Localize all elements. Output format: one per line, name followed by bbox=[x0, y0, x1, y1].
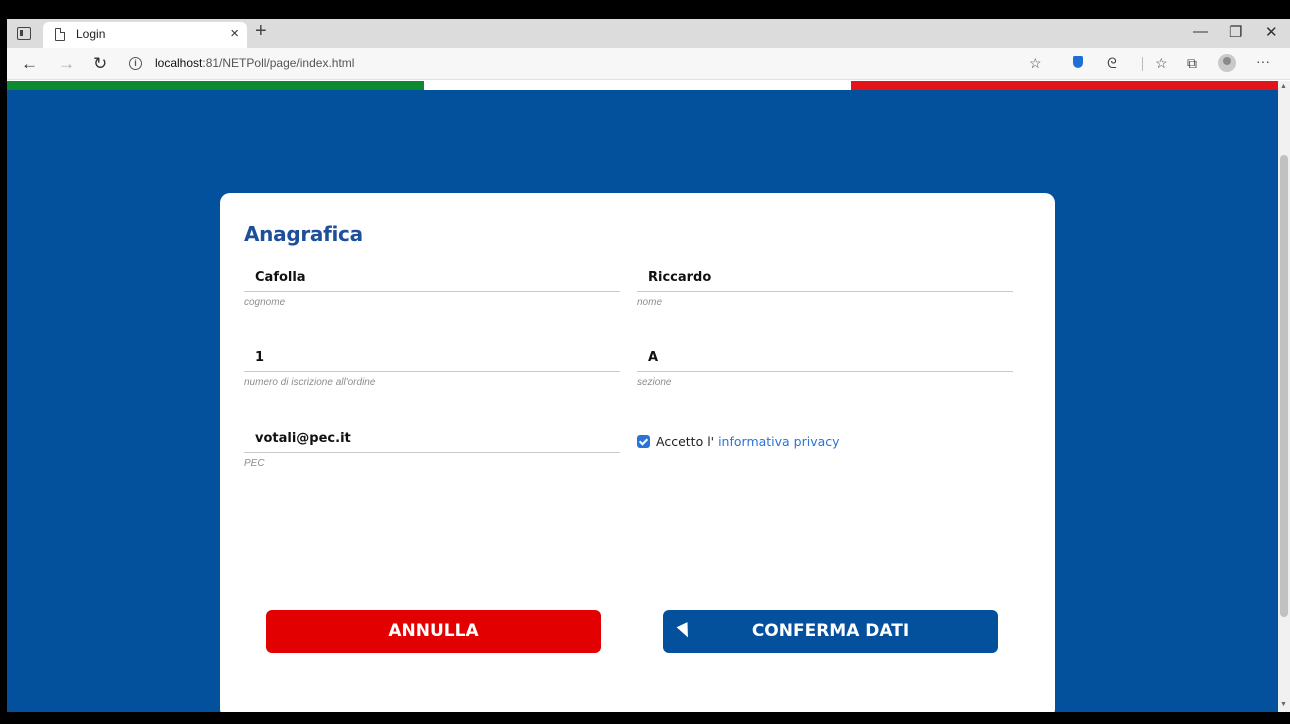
privacy-label: Accetto l' bbox=[656, 434, 719, 449]
reload-button[interactable]: ↻ bbox=[93, 54, 107, 74]
pec-hint: PEC bbox=[244, 458, 265, 469]
registration-number-hint: numero di iscrizione all'ordine bbox=[244, 377, 376, 388]
more-menu-icon[interactable]: ··· bbox=[1256, 53, 1270, 69]
confirm-button[interactable]: CONFERMA DATI bbox=[663, 610, 998, 653]
forward-button[interactable]: → bbox=[58, 54, 75, 74]
favorites-icon[interactable]: ☆ bbox=[1155, 55, 1168, 72]
name-hint: nome bbox=[637, 297, 663, 308]
refresh-extension-icon[interactable]: ᘓ bbox=[1107, 55, 1117, 72]
pec-field: votali@pec.it PEC bbox=[244, 427, 620, 469]
page-viewport: Anagrafica Cafolla cognome Riccardo nome… bbox=[7, 81, 1278, 712]
tab-login[interactable]: Login × bbox=[43, 22, 247, 48]
privacy-checkbox[interactable] bbox=[637, 435, 650, 448]
section-hint: sezione bbox=[637, 377, 672, 388]
surname-hint: cognome bbox=[244, 297, 286, 308]
name-field: Riccardo nome bbox=[637, 266, 1013, 308]
tab-title: Login bbox=[76, 27, 106, 41]
surname-input[interactable]: Cafolla bbox=[244, 266, 620, 292]
flag-stripe-red bbox=[851, 81, 1278, 90]
section-field: A sezione bbox=[637, 346, 1013, 388]
back-button[interactable]: ← bbox=[21, 54, 38, 74]
scroll-thumb[interactable] bbox=[1280, 155, 1288, 617]
minimize-button[interactable]: — bbox=[1193, 23, 1208, 40]
url-text: localhost:81/NETPoll/page/index.html bbox=[155, 56, 354, 70]
registration-number-input[interactable]: 1 bbox=[244, 346, 620, 372]
scroll-down-icon[interactable]: ▼ bbox=[1280, 701, 1287, 708]
new-tab-button[interactable]: + bbox=[255, 20, 267, 43]
pec-input[interactable]: votali@pec.it bbox=[244, 427, 620, 453]
flag-stripe-white bbox=[424, 81, 851, 90]
name-input[interactable]: Riccardo bbox=[637, 266, 1013, 292]
page-icon bbox=[55, 28, 65, 41]
surname-field: Cafolla cognome bbox=[244, 266, 620, 308]
screen: Login × + — ❐ ✕ ← → ↻ i localhost:81/NET… bbox=[0, 0, 1290, 724]
address-toolbar: ← → ↻ i localhost:81/NETPoll/page/index.… bbox=[7, 48, 1290, 80]
url-host: localhost bbox=[155, 56, 203, 70]
page-scrollbar[interactable]: ▲ ▼ bbox=[1278, 81, 1290, 712]
tab-actions-icon[interactable] bbox=[17, 27, 31, 40]
registration-number-field: 1 numero di iscrizione all'ordine bbox=[244, 346, 620, 388]
url-path: :81/NETPoll/page/index.html bbox=[202, 56, 355, 70]
scroll-up-icon[interactable]: ▲ bbox=[1280, 83, 1287, 90]
privacy-link[interactable]: informativa privacy bbox=[718, 434, 839, 449]
site-info-icon[interactable]: i bbox=[129, 57, 142, 70]
toolbar-divider bbox=[1142, 57, 1143, 71]
browser-window: Login × + — ❐ ✕ ← → ↻ i localhost:81/NET… bbox=[7, 19, 1290, 712]
extension-shield-icon[interactable] bbox=[1073, 56, 1083, 68]
tab-strip: Login × + — ❐ ✕ bbox=[7, 19, 1290, 48]
close-window-button[interactable]: ✕ bbox=[1265, 23, 1278, 41]
tab-close-icon[interactable]: × bbox=[230, 25, 239, 42]
collections-icon[interactable]: ⧉ bbox=[1187, 55, 1197, 72]
maximize-button[interactable]: ❐ bbox=[1229, 23, 1242, 41]
section-input[interactable]: A bbox=[637, 346, 1013, 372]
cancel-button[interactable]: ANNULLA bbox=[266, 610, 601, 653]
form-title: Anagrafica bbox=[244, 222, 363, 246]
flag-stripe-green bbox=[7, 81, 424, 90]
privacy-consent: Accetto l' informativa privacy bbox=[637, 434, 840, 449]
address-bar[interactable]: i localhost:81/NETPoll/page/index.html bbox=[119, 52, 999, 76]
add-favorite-icon[interactable]: ☆ bbox=[1029, 55, 1042, 72]
registration-card: Anagrafica Cafolla cognome Riccardo nome… bbox=[220, 193, 1055, 712]
profile-icon[interactable] bbox=[1218, 54, 1236, 72]
